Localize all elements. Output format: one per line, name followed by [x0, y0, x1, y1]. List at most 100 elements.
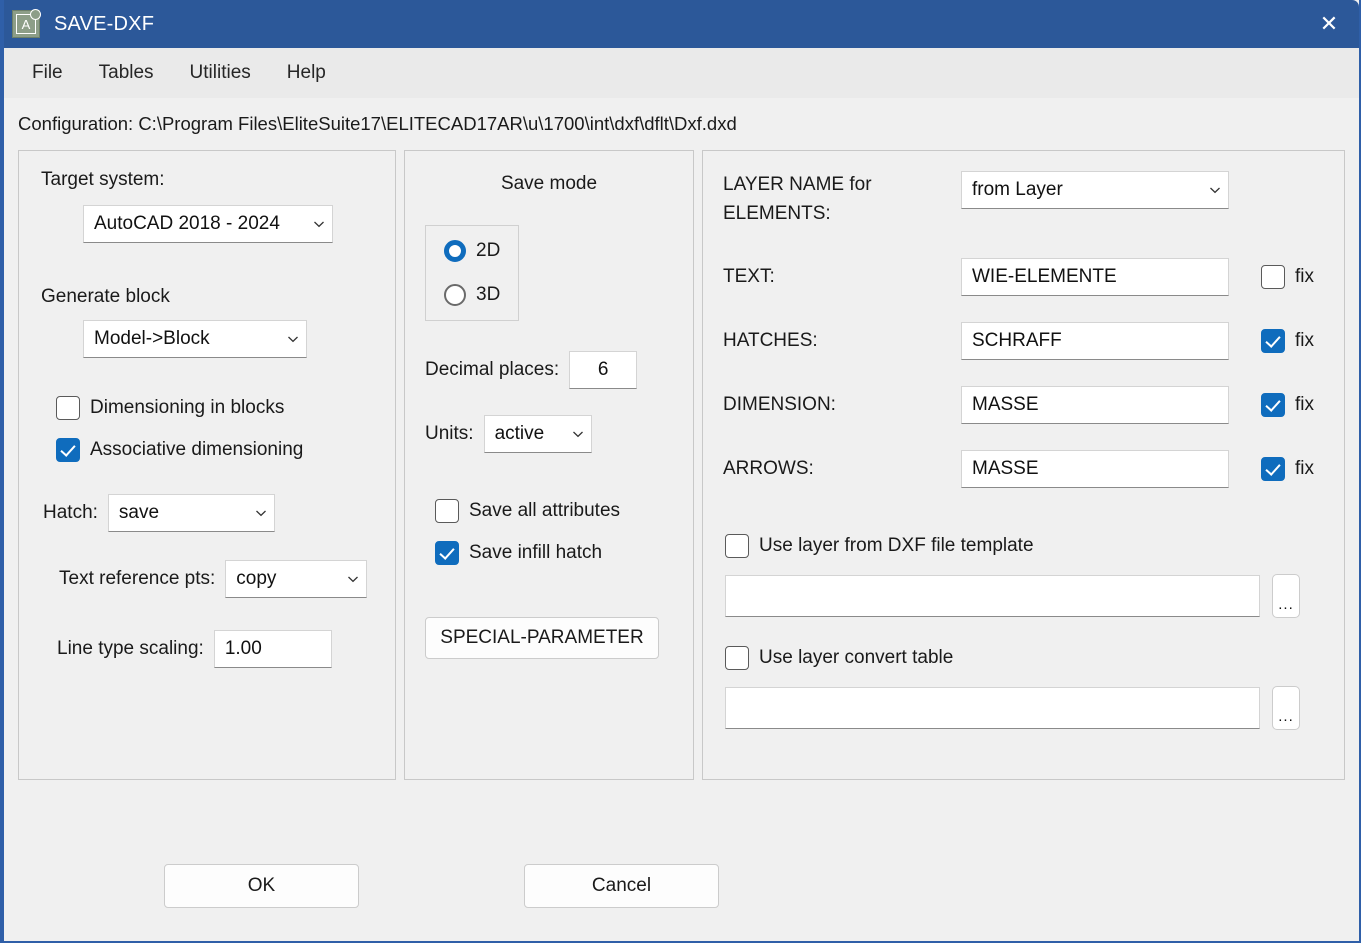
table-row: TEXT: WIE-ELEMENTE fix — [723, 258, 1322, 296]
text-layer-label: TEXT: — [723, 266, 951, 288]
dimensioning-in-blocks-label: Dimensioning in blocks — [90, 397, 284, 419]
layer-name-value: from Layer — [972, 179, 1063, 201]
title-bar: A SAVE-DXF ✕ — [4, 0, 1359, 48]
text-reference-value: copy — [236, 568, 276, 590]
dimensioning-in-blocks-checkbox-row[interactable]: Dimensioning in blocks — [56, 396, 373, 420]
hatches-fix-checkbox-row[interactable]: fix — [1261, 329, 1314, 353]
ok-button[interactable]: OK — [164, 864, 359, 908]
menu-item-help[interactable]: Help — [273, 56, 340, 90]
chevron-down-icon — [1208, 183, 1222, 197]
save-mode-2d-label: 2D — [476, 240, 500, 262]
window-title: SAVE-DXF — [54, 13, 154, 36]
generate-block-select[interactable]: Model->Block — [83, 320, 307, 358]
text-fix-label: fix — [1295, 266, 1314, 288]
arrows-layer-input[interactable]: MASSE — [961, 450, 1229, 488]
text-fix-checkbox-row[interactable]: fix — [1261, 265, 1314, 289]
table-row: HATCHES: SCHRAFF fix — [723, 322, 1322, 360]
dimension-fix-label: fix — [1295, 394, 1314, 416]
cancel-button[interactable]: Cancel — [524, 864, 719, 908]
arrows-fix-label: fix — [1295, 458, 1314, 480]
save-mode-3d-label: 3D — [476, 284, 500, 306]
hatch-value: save — [119, 502, 159, 524]
special-parameter-button[interactable]: SPECIAL-PARAMETER — [425, 617, 659, 659]
hatches-layer-label: HATCHES: — [723, 330, 951, 352]
use-layer-convert-checkbox-row[interactable]: Use layer convert table — [725, 646, 1322, 670]
hatches-layer-input[interactable]: SCHRAFF — [961, 322, 1229, 360]
close-icon[interactable]: ✕ — [1299, 0, 1359, 48]
save-all-attributes-checkbox-row[interactable]: Save all attributes — [435, 499, 673, 523]
hatch-select[interactable]: save — [108, 494, 275, 532]
menu-item-tables[interactable]: Tables — [85, 56, 168, 90]
decimal-places-row: Decimal places: 6 — [425, 351, 673, 389]
associative-dimensioning-label: Associative dimensioning — [90, 439, 303, 461]
chevron-down-icon — [571, 427, 585, 441]
save-all-attributes-checkbox[interactable] — [435, 499, 459, 523]
dimensioning-in-blocks-checkbox[interactable] — [56, 396, 80, 420]
use-layer-convert-checkbox[interactable] — [725, 646, 749, 670]
save-mode-2d-radio[interactable] — [444, 240, 466, 262]
text-reference-select[interactable]: copy — [225, 560, 367, 598]
decimal-places-label: Decimal places: — [425, 359, 559, 381]
autocad-a-icon: A — [12, 10, 40, 38]
associative-dimensioning-checkbox[interactable] — [56, 438, 80, 462]
save-infill-hatch-label: Save infill hatch — [469, 542, 602, 564]
dimension-fix-checkbox[interactable] — [1261, 393, 1285, 417]
menu-bar: File Tables Utilities Help — [4, 48, 1359, 98]
use-layer-convert-path-input[interactable] — [725, 687, 1260, 729]
save-mode-2d-row[interactable]: 2D — [444, 240, 500, 262]
use-layer-convert-browse-button[interactable]: ... — [1272, 686, 1300, 730]
save-all-attributes-label: Save all attributes — [469, 500, 620, 522]
use-layer-template-checkbox[interactable] — [725, 534, 749, 558]
units-row: Units: active — [425, 415, 673, 453]
menu-item-utilities[interactable]: Utilities — [176, 56, 265, 90]
text-reference-label: Text reference pts: — [59, 568, 215, 590]
use-layer-template-path-input[interactable] — [725, 575, 1260, 617]
text-fix-checkbox[interactable] — [1261, 265, 1285, 289]
configuration-path-label: Configuration: C:\Program Files\EliteSui… — [4, 98, 1359, 150]
line-type-scaling-input[interactable]: 1.00 — [214, 630, 332, 668]
hatches-fix-checkbox[interactable] — [1261, 329, 1285, 353]
table-row: DIMENSION: MASSE fix — [723, 386, 1322, 424]
decimal-places-input[interactable]: 6 — [569, 351, 637, 389]
arrows-fix-checkbox[interactable] — [1261, 457, 1285, 481]
chevron-down-icon — [346, 572, 360, 586]
ellipsis-icon: ... — [1278, 601, 1294, 609]
save-mode-3d-row[interactable]: 3D — [444, 284, 500, 306]
line-type-scaling-label: Line type scaling: — [57, 638, 204, 660]
units-value: active — [495, 423, 545, 445]
save-infill-hatch-checkbox[interactable] — [435, 541, 459, 565]
text-reference-row: Text reference pts: copy — [59, 560, 373, 598]
menu-item-file[interactable]: File — [18, 56, 77, 90]
save-mode-panel: Save mode 2D 3D Decimal places: 6 — [404, 150, 694, 780]
target-system-panel: Target system: AutoCAD 2018 - 2024 Gener… — [18, 150, 396, 780]
layer-name-select[interactable]: from Layer — [961, 171, 1229, 209]
text-layer-input[interactable]: WIE-ELEMENTE — [961, 258, 1229, 296]
target-system-select[interactable]: AutoCAD 2018 - 2024 — [83, 205, 333, 243]
generate-block-label: Generate block — [41, 286, 373, 308]
use-layer-template-browse-button[interactable]: ... — [1272, 574, 1300, 618]
dimension-fix-checkbox-row[interactable]: fix — [1261, 393, 1314, 417]
content-area: Target system: AutoCAD 2018 - 2024 Gener… — [4, 150, 1359, 780]
hatch-label: Hatch: — [43, 502, 98, 524]
associative-dimensioning-checkbox-row[interactable]: Associative dimensioning — [56, 438, 373, 462]
target-system-value: AutoCAD 2018 - 2024 — [94, 213, 280, 235]
arrows-fix-checkbox-row[interactable]: fix — [1261, 457, 1314, 481]
save-mode-radio-group: 2D 3D — [425, 225, 519, 321]
dimension-layer-label: DIMENSION: — [723, 394, 951, 416]
layer-name-row: LAYER NAME for ELEMENTS: from Layer — [723, 171, 1322, 228]
text-layer-value: WIE-ELEMENTE — [972, 266, 1117, 288]
chevron-down-icon — [254, 506, 268, 520]
table-row: ARROWS: MASSE fix — [723, 450, 1322, 488]
target-system-label: Target system: — [41, 169, 373, 191]
save-infill-hatch-checkbox-row[interactable]: Save infill hatch — [435, 541, 673, 565]
dialog-footer: OK Cancel — [4, 831, 1359, 941]
use-layer-convert-path-row: ... — [725, 686, 1322, 730]
save-mode-3d-radio[interactable] — [444, 284, 466, 306]
dimension-layer-input[interactable]: MASSE — [961, 386, 1229, 424]
line-type-scaling-value: 1.00 — [225, 638, 262, 660]
use-layer-template-checkbox-row[interactable]: Use layer from DXF file template — [725, 534, 1322, 558]
dimension-layer-value: MASSE — [972, 394, 1039, 416]
hatches-layer-value: SCHRAFF — [972, 330, 1062, 352]
chevron-down-icon — [286, 332, 300, 346]
units-select[interactable]: active — [484, 415, 592, 453]
